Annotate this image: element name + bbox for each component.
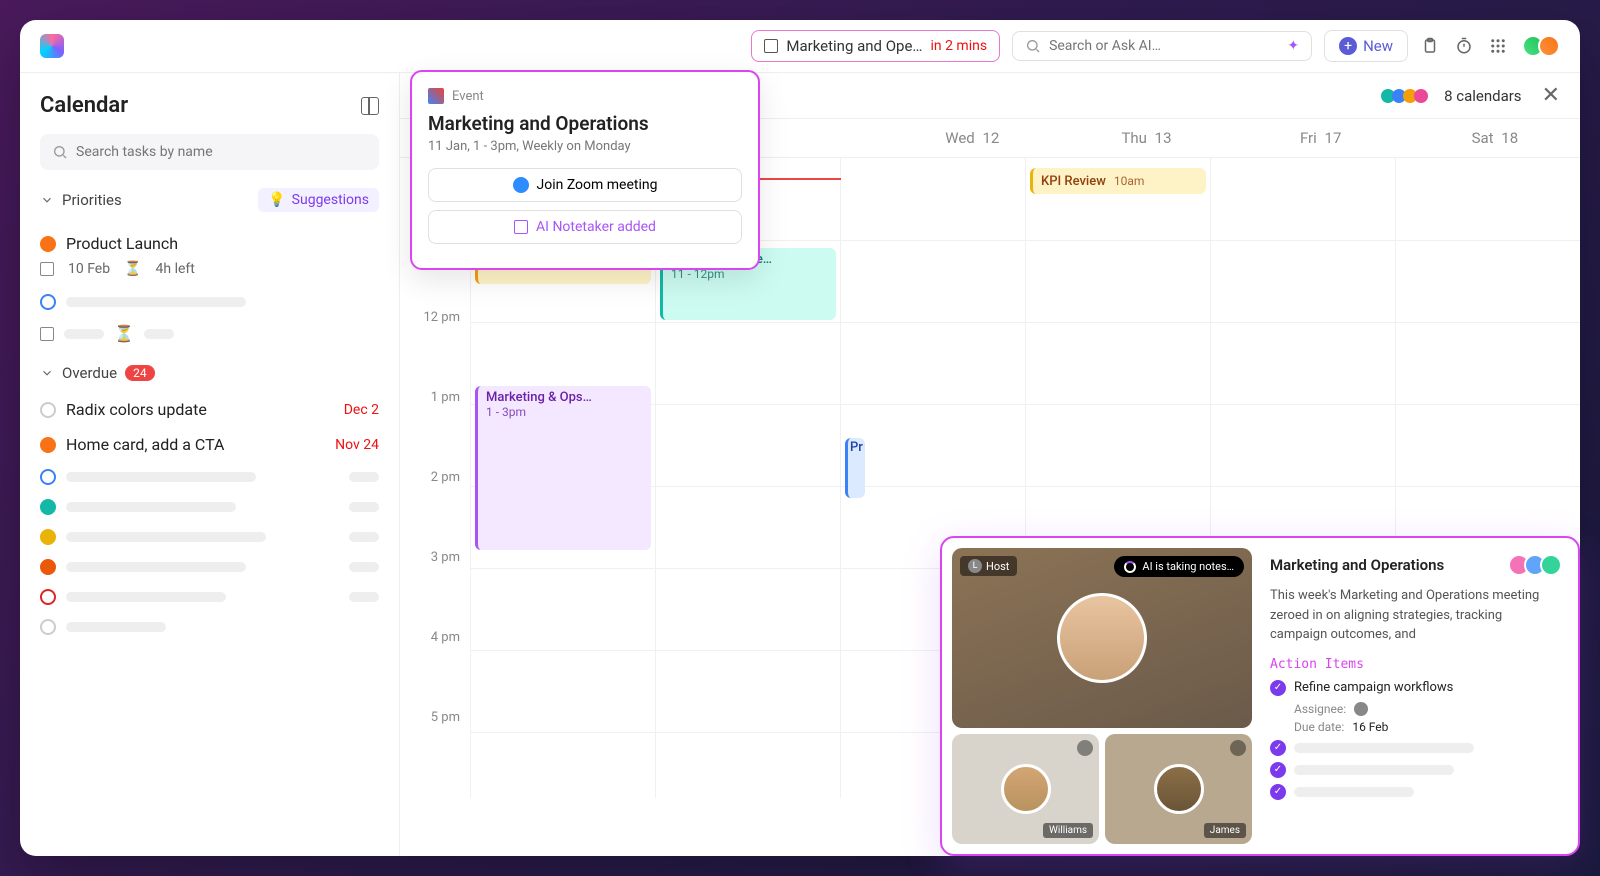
overdue-skeleton xyxy=(40,462,379,492)
calendar-color-dots[interactable] xyxy=(1384,89,1428,103)
priorities-toggle[interactable]: Priorities xyxy=(40,191,122,209)
suggestions-button[interactable]: 💡 Suggestions xyxy=(258,188,379,212)
check-icon[interactable]: ✓ xyxy=(1270,680,1286,696)
join-zoom-button[interactable]: Join Zoom meeting xyxy=(428,168,742,202)
global-search[interactable]: ✦ xyxy=(1012,31,1312,61)
overdue-skeleton xyxy=(40,612,379,642)
search-icon xyxy=(1025,38,1041,54)
day-header[interactable]: Thu 13 xyxy=(1057,119,1231,157)
overdue-count-badge: 24 xyxy=(125,365,155,381)
topbar: Marketing and Ope… in 2 mins ✦ + New xyxy=(20,20,1580,73)
attendee-avatars[interactable] xyxy=(1514,554,1562,576)
notes-title: Marketing and Operations xyxy=(1270,556,1444,574)
assignee-avatar xyxy=(1354,702,1368,716)
date-icon xyxy=(40,262,54,276)
sidebar-title: Calendar xyxy=(40,93,128,118)
meeting-summary: This week's Marketing and Operations mee… xyxy=(1270,586,1562,645)
priority-task-skeleton xyxy=(40,287,379,317)
clipboard-icon[interactable] xyxy=(1420,36,1440,56)
mute-icon xyxy=(1230,740,1246,756)
host-badge: Host xyxy=(960,556,1017,576)
zoom-icon xyxy=(513,177,529,193)
meeting-ai-card: Host AI is taking notes… Williams James xyxy=(940,536,1580,856)
status-circle-icon[interactable] xyxy=(40,437,56,453)
participant-video-tile[interactable]: James xyxy=(1105,734,1252,844)
event-popover: Event Marketing and Operations 11 Jan, 1… xyxy=(410,70,760,270)
calendar-icon xyxy=(764,39,778,53)
app-logo[interactable] xyxy=(40,34,64,58)
action-item[interactable]: ✓ Refine campaign workflows xyxy=(1270,680,1562,696)
status-circle-icon[interactable] xyxy=(40,402,56,418)
participant-video-tile[interactable]: Williams xyxy=(952,734,1099,844)
task-search[interactable] xyxy=(40,134,379,170)
chevron-down-icon xyxy=(40,366,54,380)
calendar-event[interactable]: Pr xyxy=(845,438,865,498)
day-header[interactable]: Fri 17 xyxy=(1232,119,1406,157)
event-chip-title: Marketing and Ope… xyxy=(786,37,922,55)
overdue-toggle[interactable]: Overdue 24 xyxy=(40,364,379,382)
ai-notes-panel: Marketing and Operations This week's Mar… xyxy=(1264,548,1568,844)
search-icon xyxy=(52,144,68,160)
calendar-event[interactable]: Marketing & Ops… 1 - 3pm xyxy=(475,386,651,550)
spinner-icon xyxy=(1124,561,1136,573)
app-window: Marketing and Ope… in 2 mins ✦ + New Cal… xyxy=(20,20,1580,856)
plus-icon: + xyxy=(1339,37,1357,55)
chevron-down-icon xyxy=(40,193,54,207)
overdue-skeleton xyxy=(40,522,379,552)
overdue-skeleton xyxy=(40,492,379,522)
priority-task[interactable]: Product Launch xyxy=(40,226,379,261)
document-icon xyxy=(514,220,528,234)
upcoming-event-chip[interactable]: Marketing and Ope… in 2 mins xyxy=(751,30,1000,62)
user-avatars[interactable] xyxy=(1522,35,1560,57)
apps-grid-icon[interactable] xyxy=(1488,36,1508,56)
search-input[interactable] xyxy=(1049,38,1279,54)
hourglass-icon: ⏳ xyxy=(124,261,141,277)
lightbulb-icon: 💡 xyxy=(268,192,285,208)
day-header[interactable]: Sat 18 xyxy=(1406,119,1580,157)
ai-notes-badge: AI is taking notes… xyxy=(1114,556,1244,577)
date-icon xyxy=(40,327,54,341)
calendar-event[interactable]: KPI Review 10am xyxy=(1030,168,1206,194)
day-header[interactable]: Wed 12 xyxy=(883,119,1057,157)
popover-title: Marketing and Operations xyxy=(428,112,742,135)
overdue-skeleton xyxy=(40,552,379,582)
calendar-count: 8 calendars xyxy=(1444,87,1522,105)
overdue-task[interactable]: Radix colors update Dec 2 xyxy=(40,392,379,427)
new-button[interactable]: + New xyxy=(1324,30,1408,62)
status-circle-icon xyxy=(40,294,56,310)
close-icon[interactable]: ✕ xyxy=(1542,83,1560,108)
hourglass-icon: ⏳ xyxy=(114,324,134,343)
action-items-header: Action Items xyxy=(1270,657,1562,672)
google-calendar-icon xyxy=(428,88,444,104)
popover-subtitle: 11 Jan, 1 - 3pm, Weekly on Monday xyxy=(428,139,742,154)
ai-notetaker-button[interactable]: AI Notetaker added xyxy=(428,210,742,244)
task-meta-row: 10 Feb ⏳ 4h left xyxy=(40,261,379,277)
overdue-skeleton xyxy=(40,582,379,612)
overdue-task[interactable]: Home card, add a CTA Nov 24 xyxy=(40,427,379,462)
mute-icon xyxy=(1077,740,1093,756)
priority-task-skeleton: ⏳ xyxy=(40,317,379,350)
timer-icon[interactable] xyxy=(1454,36,1474,56)
sidebar: Calendar Priorities 💡 Suggestions Pr xyxy=(20,73,400,856)
status-circle-icon[interactable] xyxy=(40,236,56,252)
main-video-tile[interactable]: Host AI is taking notes… xyxy=(952,548,1252,728)
task-search-input[interactable] xyxy=(76,144,367,160)
ai-sparkle-icon: ✦ xyxy=(1287,38,1299,54)
panel-toggle-icon[interactable] xyxy=(361,97,379,115)
event-countdown: in 2 mins xyxy=(930,38,987,54)
